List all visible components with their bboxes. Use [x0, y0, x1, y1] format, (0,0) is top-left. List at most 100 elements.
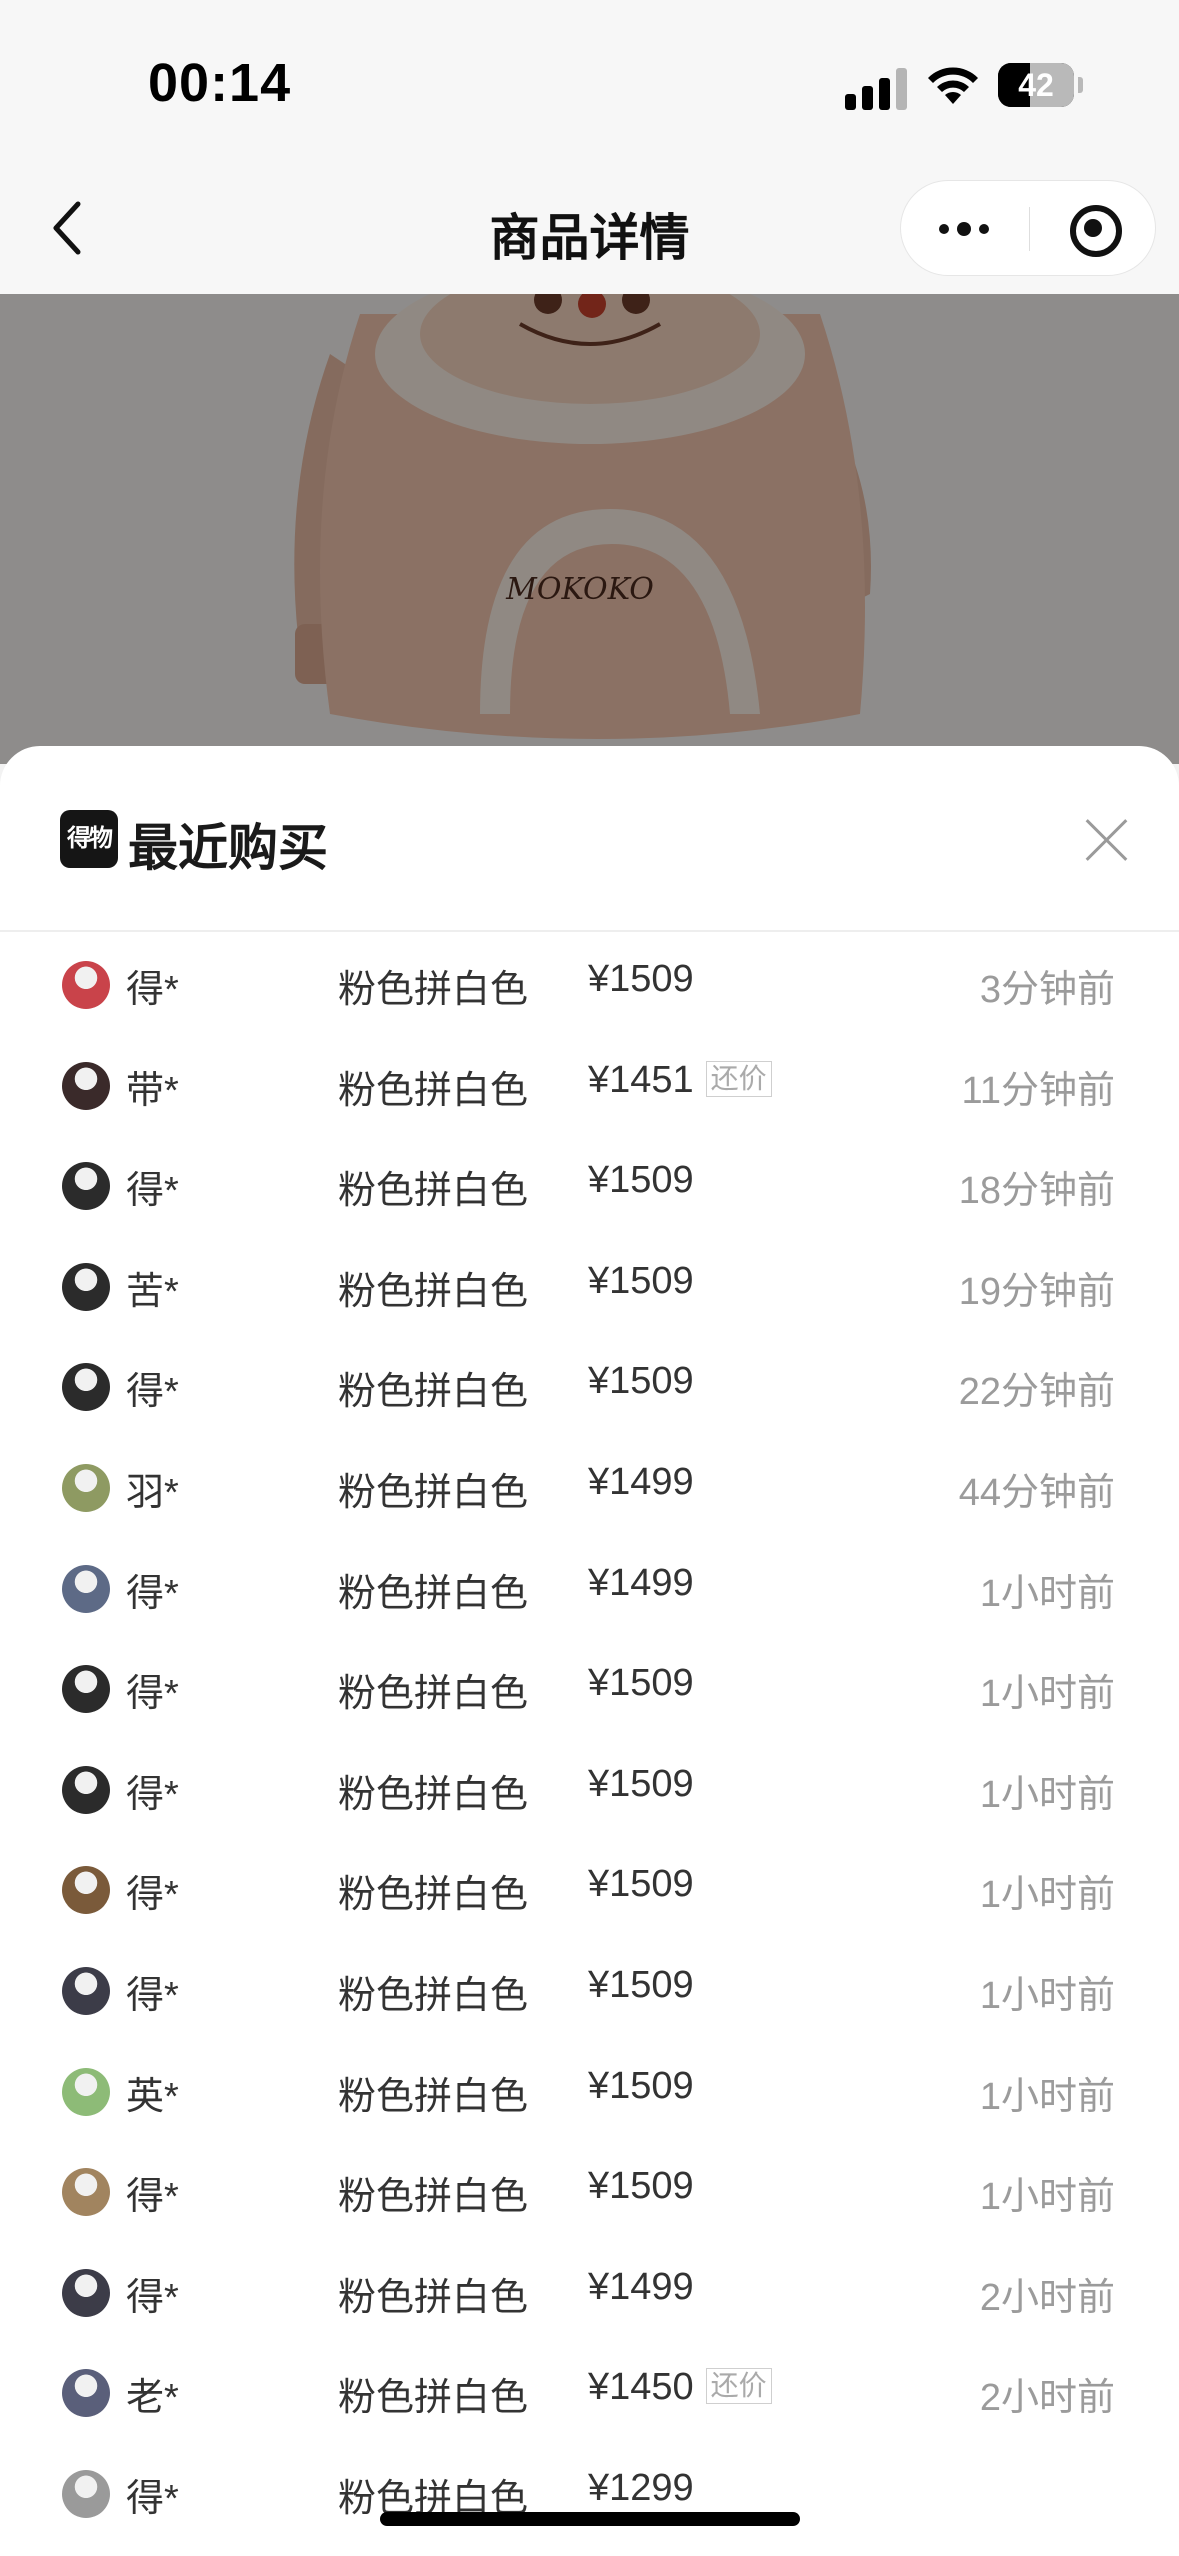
battery-percentage: 42: [1018, 67, 1054, 103]
price-value: ¥1299: [588, 2466, 694, 2509]
buyer-name: 得*: [126, 1773, 179, 1816]
variant-label: 粉色拼白色: [338, 1471, 529, 1514]
purchase-time: 22分钟前: [958, 1371, 1115, 1414]
price-value: ¥1509: [588, 1662, 694, 1705]
price-value: ¥1499: [588, 1561, 694, 1604]
dewu-logo-icon: 得物: [60, 810, 118, 868]
buyer-name: 羽*: [126, 1471, 179, 1514]
purchase-time: 1小时前: [979, 1974, 1115, 2017]
recent-purchases-sheet: 得物 最近购买 得* 粉色拼白色 ¥1509 3分钟前 带* 粉色拼白色 ¥1451 还价 11…: [0, 746, 1179, 2556]
battery-icon: 42: [998, 63, 1083, 107]
price: ¥1509: [588, 1260, 694, 1303]
price: ¥1499: [588, 1562, 694, 1605]
price: ¥1509: [588, 1159, 694, 1202]
purchase-time: 2小时前: [979, 2377, 1115, 2420]
price-value: ¥1509: [588, 1360, 694, 1403]
purchase-time: 19分钟前: [958, 1270, 1115, 1313]
purchase-row: 得* 粉色拼白色 ¥1509 1小时前: [0, 1940, 1179, 2041]
purchase-row: 羽* 粉色拼白色 ¥1499 44分钟前: [0, 1437, 1179, 1538]
user-avatar: [62, 2067, 110, 2116]
user-avatar: [62, 1363, 110, 1412]
purchase-time: 1小时前: [979, 2176, 1115, 2219]
navigation-bar: 商品详情: [0, 170, 1179, 294]
purchase-row: 得* 粉色拼白色 ¥1499 2小时前: [0, 2242, 1179, 2343]
price: ¥1499: [588, 2266, 694, 2309]
price-value: ¥1450: [588, 2366, 694, 2409]
user-avatar: [62, 961, 110, 1009]
purchase-row: 苦* 粉色拼白色 ¥1509 19分钟前: [0, 1236, 1179, 1337]
variant-label: 粉色拼白色: [338, 1572, 529, 1615]
purchase-time: 18分钟前: [958, 1170, 1115, 1213]
price: ¥1509: [588, 958, 694, 1001]
user-avatar: [62, 1966, 110, 2015]
purchase-time: 11分钟前: [961, 1069, 1115, 1112]
purchase-row: 得* 粉色拼白色 ¥1509 18分钟前: [0, 1135, 1179, 1236]
price: ¥1509: [588, 1964, 694, 2007]
price-value: ¥1451: [588, 1058, 694, 1101]
buyer-name: 得*: [126, 1974, 179, 2017]
price: ¥1451 还价: [588, 1059, 772, 1102]
purchase-row: 得* 粉色拼白色 ¥1499 1小时前: [0, 1538, 1179, 1639]
variant-label: 粉色拼白色: [338, 1673, 529, 1716]
purchase-time: 2小时前: [979, 2276, 1115, 2319]
price-value: ¥1509: [588, 2165, 694, 2208]
bargain-tag: 还价: [705, 2368, 772, 2405]
purchase-list: 得* 粉色拼白色 ¥1509 3分钟前 带* 粉色拼白色 ¥1451 还价 11分钟前 得* 粉色拼…: [0, 934, 1179, 2544]
purchase-time: 1小时前: [979, 1874, 1115, 1917]
price-value: ¥1509: [588, 1863, 694, 1906]
purchase-time: 3分钟前: [979, 969, 1115, 1011]
price: ¥1450 还价: [588, 2366, 772, 2409]
variant-label: 粉色拼白色: [338, 1874, 529, 1917]
purchase-row: 得* 粉色拼白色 ¥1509 22分钟前: [0, 1336, 1179, 1437]
price-value: ¥1509: [588, 1963, 694, 2006]
sheet-header: 得物 最近购买: [0, 746, 1179, 932]
variant-label: 粉色拼白色: [338, 1170, 529, 1213]
purchase-row: 带* 粉色拼白色 ¥1451 还价 11分钟前: [0, 1035, 1179, 1136]
wifi-icon: [928, 67, 978, 104]
user-avatar: [62, 2369, 110, 2418]
user-avatar: [62, 1061, 110, 1110]
purchase-row: 英* 粉色拼白色 ¥1509 1小时前: [0, 2041, 1179, 2142]
price: ¥1509: [588, 1863, 694, 1906]
close-icon[interactable]: [1085, 818, 1129, 862]
price-value: ¥1509: [588, 1762, 694, 1805]
price: ¥1509: [588, 2065, 694, 2108]
status-bar: 00:14 42: [0, 0, 1179, 170]
variant-label: 粉色拼白色: [338, 2276, 529, 2319]
buyer-name: 英*: [126, 2075, 179, 2118]
bargain-tag: 还价: [705, 1060, 772, 1097]
purchase-row: 得* 粉色拼白色 ¥1299: [0, 2443, 1179, 2544]
price-value: ¥1509: [588, 1259, 694, 1302]
user-avatar: [62, 1564, 110, 1613]
buyer-name: 得*: [126, 2276, 179, 2319]
price-value: ¥1509: [588, 2064, 694, 2107]
buyer-name: 得*: [126, 1170, 179, 1213]
purchase-time: 44分钟前: [958, 1471, 1115, 1514]
buyer-name: 得*: [126, 1371, 179, 1414]
purchase-time: 1小时前: [979, 1673, 1115, 1716]
purchase-time: 1小时前: [979, 1572, 1115, 1615]
sheet-title: 最近购买: [128, 820, 328, 876]
user-avatar: [62, 1262, 110, 1311]
dim-overlay[interactable]: [0, 294, 1179, 764]
variant-label: 粉色拼白色: [338, 1371, 529, 1414]
user-avatar: [62, 1162, 110, 1211]
buyer-name: 得*: [126, 1874, 179, 1917]
user-avatar: [62, 2469, 110, 2518]
user-avatar: [62, 2268, 110, 2317]
buyer-name: 得*: [126, 2477, 179, 2520]
price-value: ¥1499: [588, 2265, 694, 2308]
close-mini-program-button[interactable]: [1030, 181, 1157, 277]
user-avatar: [62, 1765, 110, 1814]
variant-label: 粉色拼白色: [338, 2377, 529, 2420]
purchase-time: 1小时前: [979, 1773, 1115, 1816]
price: ¥1509: [588, 2165, 694, 2208]
status-time: 00:14: [148, 53, 292, 113]
variant-label: 粉色拼白色: [338, 1773, 529, 1816]
home-indicator: [380, 2512, 800, 2526]
price: ¥1509: [588, 1662, 694, 1705]
more-options-button[interactable]: [901, 181, 1029, 277]
variant-label: 粉色拼白色: [338, 2075, 529, 2118]
purchase-row: 得* 粉色拼白色 ¥1509 1小时前: [0, 1839, 1179, 1940]
buyer-name: 老*: [126, 2377, 179, 2420]
